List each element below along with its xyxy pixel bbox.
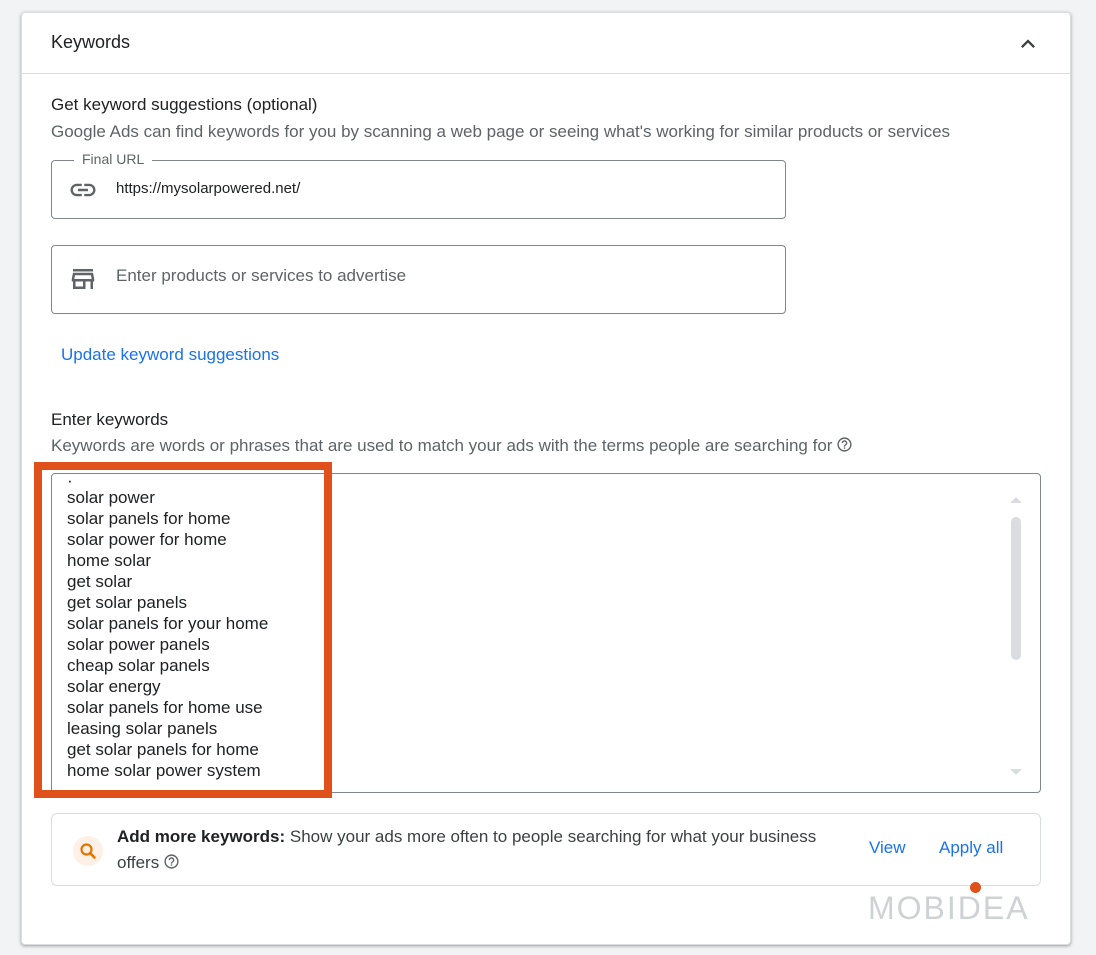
add-more-keywords-panel: Add more keywords: Show your ads more of… [51, 813, 1041, 886]
keyword-line: cheap solar panels [67, 656, 210, 675]
enter-keywords-subtitle: Keywords are words or phrases that are u… [51, 436, 853, 456]
apply-all-button[interactable]: Apply all [939, 838, 1003, 858]
enter-keywords-subtitle-text: Keywords are words or phrases that are u… [51, 436, 833, 455]
keyword-line: home solar power system [67, 761, 261, 780]
add-more-keywords-bold: Add more keywords: [117, 827, 286, 846]
view-button[interactable]: View [869, 838, 906, 858]
final-url-label: Final URL [74, 151, 153, 167]
keywords-list: · solar power solar panels for home solar … [67, 477, 268, 781]
link-icon [68, 175, 98, 205]
keyword-line: get solar [67, 572, 133, 591]
scroll-up-arrow-icon[interactable] [1009, 492, 1023, 503]
keyword-line-cut: · [67, 477, 73, 487]
keyword-line: solar panels for home [67, 509, 231, 528]
keyword-line: home solar [67, 551, 152, 570]
keyword-line: solar power for home [67, 530, 227, 549]
keyword-line: solar energy [67, 677, 161, 696]
store-icon [68, 264, 98, 294]
products-input[interactable]: Enter products or services to advertise [116, 266, 406, 286]
keyword-line: solar panels for home use [67, 698, 263, 717]
final-url-input[interactable] [116, 180, 756, 197]
update-keyword-suggestions-link[interactable]: Update keyword suggestions [61, 345, 279, 365]
keyword-line: solar panels for your home [67, 614, 269, 633]
add-more-keywords-text: Add more keywords: Show your ads more of… [117, 824, 857, 876]
help-icon[interactable] [163, 852, 180, 869]
watermark-logo: MOBIDEA [868, 890, 1030, 926]
keyword-line: get solar panels [67, 593, 188, 612]
card-header[interactable]: Keywords [22, 13, 1070, 74]
products-field[interactable]: Enter products or services to advertise [51, 245, 786, 314]
keyword-line: leasing solar panels [67, 719, 218, 738]
help-icon[interactable] [836, 436, 853, 453]
scrollbar-thumb[interactable] [1011, 517, 1021, 660]
scroll-down-arrow-icon[interactable] [1009, 764, 1023, 775]
suggestions-subtitle: Google Ads can find keywords for you by … [51, 122, 951, 141]
search-icon [73, 836, 103, 866]
chevron-up-icon [1021, 39, 1035, 48]
keywords-card: Keywords Get keyword suggestions (option… [21, 12, 1071, 945]
collapse-button[interactable] [1014, 30, 1042, 58]
suggestions-title: Get keyword suggestions (optional) [51, 95, 318, 114]
card-title: Keywords [51, 32, 131, 52]
keyword-line: solar power panels [67, 635, 210, 654]
keywords-textarea[interactable]: · solar power solar panels for home solar … [51, 473, 1041, 793]
final-url-field[interactable]: Final URL [51, 151, 786, 219]
keyword-line: get solar panels for home [67, 740, 259, 759]
keyword-line: solar power [67, 488, 155, 507]
enter-keywords-title: Enter keywords [51, 410, 169, 429]
